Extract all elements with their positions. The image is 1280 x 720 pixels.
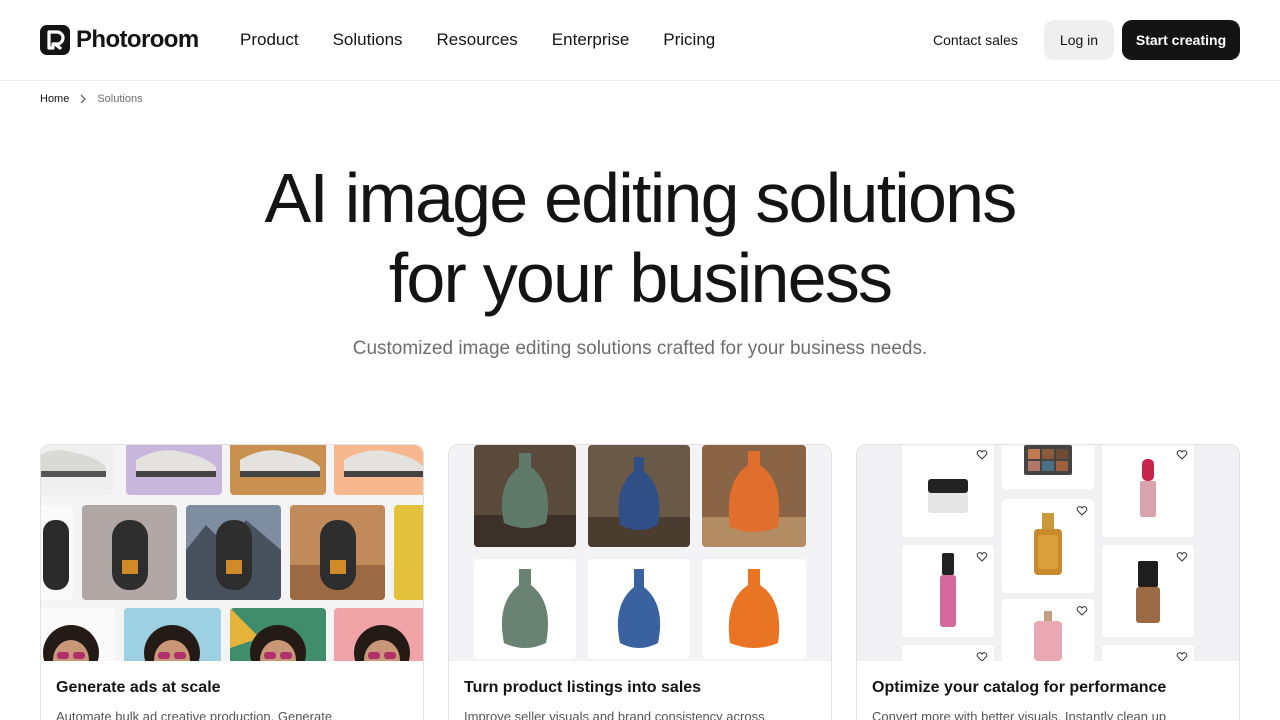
heart-icon	[1076, 606, 1088, 616]
card-description: Improve seller visuals and brand consist…	[464, 709, 765, 720]
portrait-tile	[230, 608, 326, 661]
heart-icon	[1176, 450, 1188, 460]
breadcrumb: Home Solutions	[40, 93, 143, 105]
logo-icon	[40, 25, 70, 55]
product-tile	[1002, 499, 1094, 593]
main-nav: Product Solutions Resources Enterprise P…	[240, 30, 749, 50]
nav-resources[interactable]: Resources	[437, 30, 518, 50]
portrait-tile	[124, 608, 221, 661]
photoroom-logo[interactable]: Photoroom	[40, 25, 199, 55]
page-title-line-1: AI image editing solutions	[264, 159, 1018, 237]
page-title: AI image editing solutions for your busi…	[140, 158, 1140, 318]
heart-icon	[1176, 552, 1188, 562]
card-image-catalog	[857, 445, 1239, 661]
portrait-tile	[41, 608, 115, 661]
product-tile	[902, 545, 994, 637]
vase-photo-tile	[474, 445, 576, 547]
heart-icon	[1176, 652, 1188, 661]
nav-pricing[interactable]: Pricing	[663, 30, 715, 50]
vase-photo-tile	[588, 445, 690, 547]
coffee-machine-tile	[394, 505, 423, 600]
coffee-machine-tile	[82, 505, 177, 600]
card-generate-ads[interactable]: Generate ads at scale Automate bulk ad c…	[40, 444, 424, 720]
product-tile	[902, 645, 994, 661]
heart-icon	[1076, 506, 1088, 516]
page-subtitle: Customized image editing solutions craft…	[352, 338, 928, 359]
sneaker-tile	[334, 445, 423, 495]
sneaker-tile	[230, 445, 326, 495]
sneaker-tile	[41, 445, 113, 495]
sneaker-tile	[126, 445, 222, 495]
card-image-ads	[41, 445, 423, 661]
heart-icon	[976, 450, 988, 460]
product-tile	[1102, 545, 1194, 637]
coffee-machine-tile	[290, 505, 385, 600]
portrait-tile	[334, 608, 423, 661]
nav-product[interactable]: Product	[240, 30, 299, 50]
site-header: Photoroom Product Solutions Resources En…	[0, 0, 1280, 81]
coffee-machine-tile	[186, 505, 281, 600]
contact-sales-link[interactable]: Contact sales	[933, 32, 1018, 48]
vase-cutout-tile	[588, 559, 690, 659]
nav-solutions[interactable]: Solutions	[333, 30, 403, 50]
card-description: Automate bulk ad creative production. Ge…	[56, 709, 333, 720]
product-tile	[1002, 445, 1094, 489]
vase-cutout-tile	[702, 559, 806, 659]
login-button[interactable]: Log in	[1044, 20, 1114, 60]
card-title: Turn product listings into sales	[464, 679, 702, 696]
chevron-right-icon	[77, 93, 89, 105]
card-optimize-catalog[interactable]: Optimize your catalog for performance Co…	[856, 444, 1240, 720]
coffee-machine-tile	[41, 505, 73, 600]
card-title: Optimize your catalog for performance	[872, 679, 1167, 696]
nav-enterprise[interactable]: Enterprise	[552, 30, 629, 50]
product-tile	[1002, 599, 1094, 661]
card-title: Generate ads at scale	[56, 679, 221, 696]
page-title-line-2: for your business	[388, 239, 893, 317]
breadcrumb-current: Solutions	[97, 93, 143, 105]
card-image-vases	[449, 445, 831, 661]
start-creating-button[interactable]: Start creating	[1122, 20, 1240, 60]
card-description: Convert more with better visuals. Instan…	[872, 709, 1167, 720]
vase-cutout-tile	[474, 559, 576, 659]
heart-icon	[976, 652, 988, 661]
vase-photo-tile	[702, 445, 806, 547]
logo-text: Photoroom	[76, 26, 199, 53]
breadcrumb-home[interactable]: Home	[40, 93, 69, 105]
heart-icon	[976, 552, 988, 562]
product-tile	[902, 445, 994, 537]
product-tile	[1102, 445, 1194, 537]
product-tile	[1102, 645, 1194, 661]
card-product-listings[interactable]: Turn product listings into sales Improve…	[448, 444, 832, 720]
